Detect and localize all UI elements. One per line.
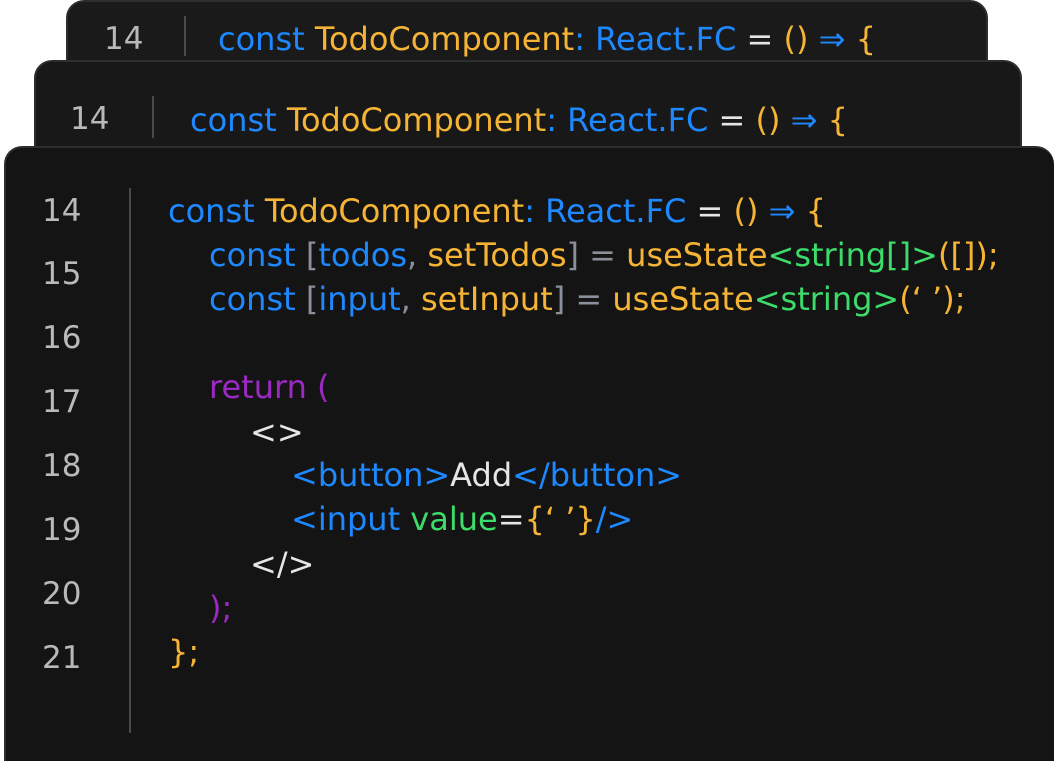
code-token: Add xyxy=(450,456,513,494)
code-token: React.FC xyxy=(567,101,709,139)
code-line: const TodoComponent: React.FC = () ⇒ { xyxy=(168,195,826,227)
line-number: 17 xyxy=(42,384,82,420)
code-line: <button>Add</button> xyxy=(291,459,682,491)
code-token: [ xyxy=(305,280,319,318)
code-token: () xyxy=(755,101,791,139)
line-number: 14 xyxy=(42,193,82,229)
code-token: </> xyxy=(250,545,315,583)
gutter-divider xyxy=(152,96,154,138)
line-number: 16 xyxy=(42,320,82,356)
gutter-divider xyxy=(184,16,186,56)
code-token: ⇒ xyxy=(790,101,828,139)
code-token: </button> xyxy=(512,456,683,494)
code-token: () xyxy=(783,20,819,58)
code-token: (‘ ’); xyxy=(899,280,966,318)
code-line: const [todos, setTodos] = useState<strin… xyxy=(209,239,999,271)
code-token: value xyxy=(410,500,498,538)
code-token: , xyxy=(400,280,421,318)
code-token: = xyxy=(686,192,734,230)
code-token: return ( xyxy=(209,368,330,406)
code-token: ([]); xyxy=(937,236,999,274)
code-token: React.FC xyxy=(545,192,687,230)
code-token: input xyxy=(318,280,401,318)
code-token: const xyxy=(209,280,306,318)
code-token: { xyxy=(805,192,826,230)
code-token: <> xyxy=(250,413,304,451)
code-line: <input value={‘ ’}/> xyxy=(291,503,633,535)
code-token: }; xyxy=(168,633,200,671)
gutter-divider xyxy=(129,188,131,733)
code-token: TodoComponent xyxy=(314,20,575,58)
code-token: : xyxy=(574,20,596,58)
line-number: 21 xyxy=(42,640,82,676)
code-token: todos xyxy=(318,236,408,274)
code-token: React.FC xyxy=(595,20,737,58)
code-line: const TodoComponent: React.FC = () ⇒ { xyxy=(190,104,848,136)
line-number: 19 xyxy=(42,512,82,548)
code-token: = xyxy=(497,500,525,538)
code-token: {‘ ’} xyxy=(524,500,596,538)
code-token: const xyxy=(209,236,306,274)
code-token: ] = xyxy=(566,236,627,274)
code-token: setInput xyxy=(420,280,553,318)
code-token: ⇒ xyxy=(768,192,806,230)
line-number: 18 xyxy=(42,448,82,484)
code-token: const xyxy=(168,192,265,230)
code-token: : xyxy=(546,101,568,139)
code-token: <string[]> xyxy=(767,236,938,274)
code-token: , xyxy=(407,236,428,274)
code-token: ⇒ xyxy=(818,20,856,58)
code-line: </> xyxy=(250,548,314,580)
code-line: const TodoComponent: React.FC = () ⇒ { xyxy=(218,23,876,55)
line-number: 14 xyxy=(70,101,110,137)
code-token: const xyxy=(218,20,315,58)
code-token: TodoComponent xyxy=(286,101,547,139)
code-line: }; xyxy=(168,636,199,668)
code-line: return ( xyxy=(209,371,330,403)
line-number: 15 xyxy=(42,256,82,292)
code-token: setTodos xyxy=(427,236,567,274)
code-token: TodoComponent xyxy=(264,192,525,230)
code-token: useState xyxy=(626,236,768,274)
code-editor: 14 15 16 17 18 19 20 21 const TodoComponent: Re… xyxy=(4,146,1054,761)
code-token: <string> xyxy=(753,280,900,318)
code-line: ); xyxy=(209,592,232,624)
code-token: /> xyxy=(595,500,634,538)
code-token: ] = xyxy=(552,280,613,318)
code-token: { xyxy=(855,20,876,58)
line-number: 14 xyxy=(104,21,144,57)
code-token: [ xyxy=(305,236,319,274)
code-token: () xyxy=(733,192,769,230)
code-token: <input xyxy=(291,500,411,538)
code-line: <> xyxy=(250,416,304,448)
code-token: ); xyxy=(209,589,233,627)
line-number: 20 xyxy=(42,576,82,612)
code-token: : xyxy=(524,192,546,230)
code-line: const [input, setInput] = useState<strin… xyxy=(209,283,965,315)
code-token: = xyxy=(736,20,784,58)
code-token: = xyxy=(708,101,756,139)
code-token: const xyxy=(190,101,287,139)
code-token: <button> xyxy=(291,456,451,494)
code-token: useState xyxy=(612,280,754,318)
code-token: { xyxy=(827,101,848,139)
